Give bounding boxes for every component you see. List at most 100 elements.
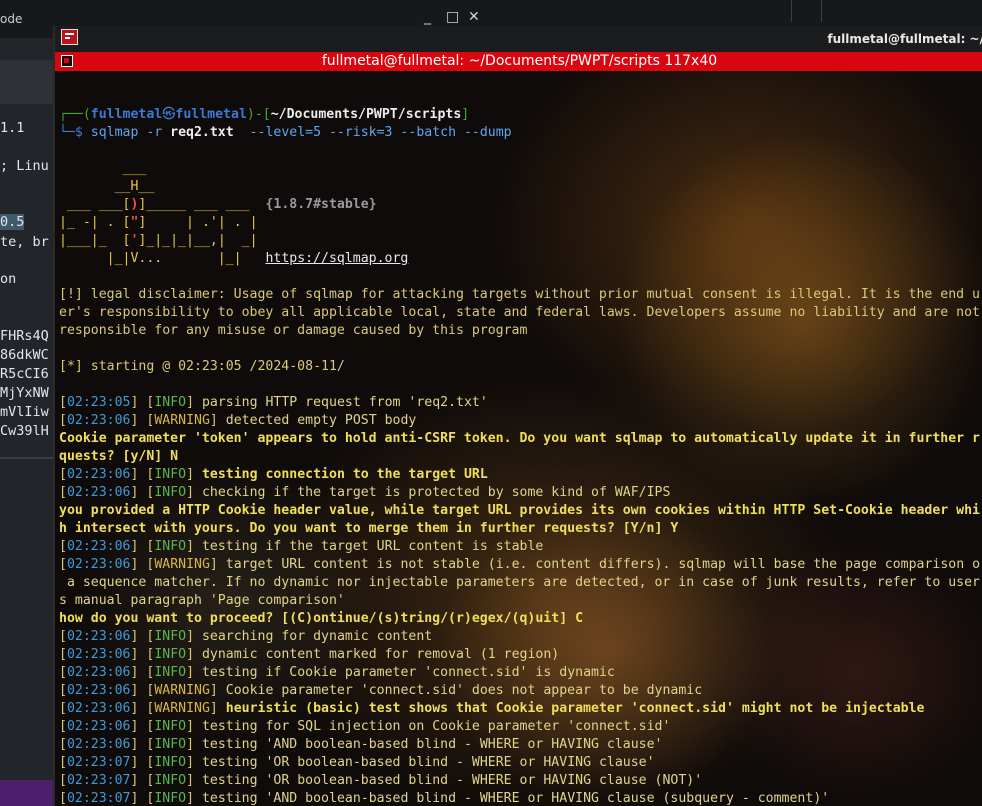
background-editor-header-band [0,60,55,104]
log-level: INFO [154,773,187,788]
log-message: heuristic (basic) test shows that Cookie… [225,701,925,716]
log-bracket: [ [59,485,67,500]
log-bracket: [ [59,701,67,716]
log-message: testing 'OR boolean-based blind - WHERE … [201,755,655,770]
editor-text-line: on [0,271,17,287]
log-line: [02:23:06] [INFO] checking if the target… [59,484,982,502]
log-level: INFO [154,755,187,770]
banner-art: |___|_ [ [59,233,131,248]
log-line: [02:23:06] [WARNING] target URL content … [59,556,982,574]
prompt-question: how do you want to proceed? [(C)ontinue/… [59,611,584,626]
log-timestamp: 02:23:06 [66,557,131,572]
banner-art: ___ ___[ [59,197,131,212]
log-level: INFO [154,467,187,482]
log-bracket: [ [59,539,67,554]
editor-text-line: MjYxNW [0,385,49,401]
log-message: testing for SQL injection on Cookie para… [201,719,671,734]
log-continuation: a sequence matcher. If no dynamic nor in… [59,575,980,590]
log-timestamp: 02:23:07 [66,773,131,788]
prompt-user: fullmetal [90,107,163,122]
titlebar-separator [791,0,792,22]
sqlmap-url-link[interactable]: https://sqlmap.org [265,251,408,266]
log-bracket: ] [186,629,202,644]
maximize-button[interactable]: □ [446,9,459,25]
log-line: [02:23:06] [INFO] testing if the target … [59,538,982,556]
editor-text-line: 0.5 [0,214,25,230]
prompt-question: you provided a HTTP Cookie header value,… [59,503,980,518]
terminal-output[interactable]: ┌──(fullmetal㉿fullmetal)-[~/Documents/PW… [59,88,982,806]
log-continuation: s manual paragraph 'Page comparison' [59,593,345,608]
log-timestamp: 02:23:07 [66,791,131,806]
log-timestamp: 02:23:06 [66,683,131,698]
terminal-tab-bar[interactable]: fullmetal@fullmetal: ~/Documents/PWPT/sc… [55,52,982,71]
disclaimer-text: [!] legal disclaimer: Usage of sqlmap fo… [59,287,980,302]
log-bracket: ] [209,701,226,716]
log-message: Cookie parameter 'connect.sid' does not … [225,683,703,698]
log-bracket: ] [186,665,202,680]
log-line: Cookie parameter 'token' appears to hold… [59,430,982,448]
log-bracket: ] [186,467,202,482]
banner-art: __H__ [59,179,155,194]
banner-art: |_|V... |_| [59,251,266,266]
log-bracket: [ [59,773,67,788]
command-arg: -r [146,125,171,140]
log-message: searching for dynamic content [201,629,433,644]
command-file: req2.txt [170,125,234,140]
log-line: [02:23:06] [INFO] dynamic content marked… [59,646,982,664]
prompt-question: Cookie parameter 'token' appears to hold… [59,431,980,446]
log-timestamp: 02:23:06 [66,467,131,482]
disclaimer-text: responsible for any misuse or damage cau… [59,323,528,338]
log-level: INFO [154,737,187,752]
log-bracket: [ [59,557,67,572]
terminal-app-icon[interactable] [61,29,78,45]
log-line: [02:23:06] [INFO] testing if Cookie para… [59,664,982,682]
log-level: WARNING [154,413,210,428]
log-bracket: [ [59,683,67,698]
log-line: a sequence matcher. If no dynamic nor in… [59,574,982,592]
disclaimer-line: responsible for any misuse or damage cau… [59,322,982,340]
log-level: WARNING [154,557,210,572]
log-level: INFO [154,791,187,806]
terminal-wm-titlebar[interactable]: fullmetal@fullmetal: ~/ [55,26,982,52]
command-name: sqlmap [90,125,147,140]
log-line: how do you want to proceed? [(C)ontinue/… [59,610,982,628]
log-timestamp: 02:23:06 [66,647,131,662]
log-bracket: ] [ [130,413,155,428]
log-bracket: ] [ [130,557,155,572]
log-bracket: ] [ [130,485,155,500]
log-bracket: ] [ [130,665,155,680]
log-bracket: ] [ [130,539,155,554]
log-line: [02:23:05] [INFO] parsing HTTP request f… [59,394,982,412]
banner-line: __H__ [59,178,982,196]
minimize-button[interactable]: _ [424,9,431,25]
log-level: WARNING [154,701,210,716]
log-line: h intersect with yours. Do you want to m… [59,520,982,538]
background-editor-divider [0,457,55,459]
prompt-line: ┌──(fullmetal㉿fullmetal)-[~/Documents/PW… [59,106,982,124]
log-line: [02:23:06] [WARNING] Cookie parameter 'c… [59,682,982,700]
log-line: [02:23:06] [WARNING] detected empty POST… [59,412,982,430]
log-message: testing 'AND boolean-based blind - WHERE… [201,737,663,752]
command-line: └─$ sqlmap -r req2.txt --level=5 --risk=… [59,124,982,142]
editor-text-line: R5cCI6 [0,366,49,382]
log-bracket: [ [59,665,67,680]
banner-line: |_ -| . ["] | .'| . | [59,214,982,232]
terminal-window[interactable]: fullmetal@fullmetal: ~/ fullmetal@fullme… [53,26,982,806]
log-message: checking if the target is protected by s… [201,485,671,500]
log-message: testing if the target URL content is sta… [201,539,544,554]
log-bracket: ] [ [130,737,155,752]
log-line: [02:23:06] [INFO] searching for dynamic … [59,628,982,646]
close-button[interactable]: ✕ [468,9,480,25]
editor-text-line: te, br [0,234,49,250]
log-message: target URL content is not stable (i.e. c… [225,557,981,572]
starting-line: [*] starting @ 02:23:05 /2024-08-11/ [59,358,982,376]
log-bracket: ] [186,395,202,410]
prompt-path: ~/Documents/PWPT/scripts [270,107,462,122]
log-bracket: [ [59,467,67,482]
banner-art: ___ [59,161,147,176]
log-level: INFO [154,647,187,662]
editor-text-line: Cw39lH [0,423,49,439]
log-bracket: ] [ [130,701,155,716]
